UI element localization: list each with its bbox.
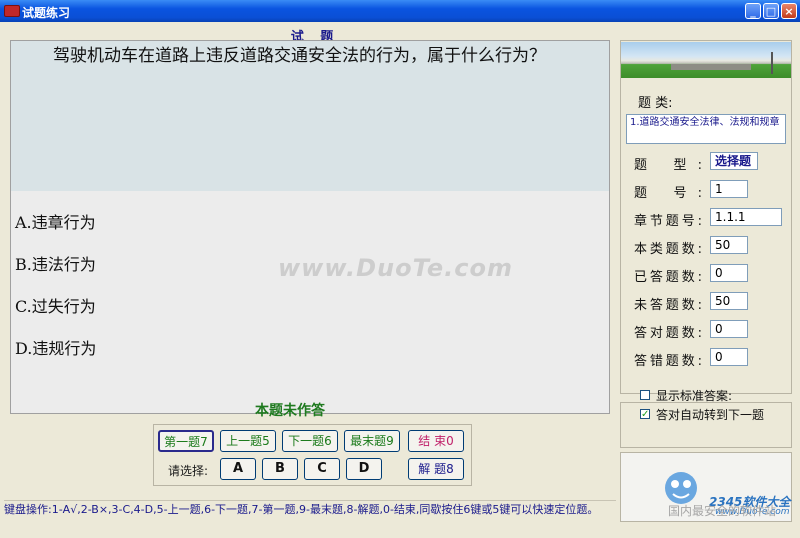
- answered-label: 已答题数:: [634, 270, 702, 285]
- maximize-button[interactable]: □: [763, 3, 779, 19]
- wrong-label: 答错题数:: [634, 354, 702, 369]
- option-d[interactable]: D.违规行为: [15, 335, 96, 359]
- road-pole: [771, 52, 773, 74]
- keyboard-help-text: 键盘操作:1-A√,2-B×,3-C,4-D,5-上一题,6-下一题,7-第一题…: [4, 500, 616, 536]
- close-button[interactable]: ×: [781, 3, 797, 19]
- total-label: 本类题数:: [634, 242, 702, 257]
- app-icon: [4, 5, 20, 17]
- answered-value: 0: [710, 264, 748, 282]
- choice-a-button[interactable]: A: [220, 458, 256, 480]
- total-value: 50: [710, 236, 748, 254]
- unanswered-label: 未答题数:: [634, 298, 702, 313]
- show-answer-checkbox[interactable]: [640, 390, 650, 400]
- option-a[interactable]: A.违章行为: [15, 209, 96, 233]
- type-label: 题 型:: [634, 158, 702, 173]
- unanswered-value: 50: [710, 292, 748, 310]
- watermark: www.DuoTe.com: [278, 254, 513, 282]
- answer-status: 本题未作答: [255, 403, 325, 419]
- title-bar: 试题练习 _ □ ×: [0, 0, 800, 22]
- brand-tagline: 国内最安全的软件站: [668, 504, 777, 518]
- number-label: 题 号:: [634, 186, 702, 201]
- type-value: 选择题: [710, 152, 758, 170]
- client-area: 试 题 驾驶机动车在道路上违反道路交通安全法的行为，属于什么行为？ A.违章行为…: [0, 22, 800, 538]
- number-value: 1: [710, 180, 748, 198]
- correct-label: 答对题数:: [634, 326, 702, 341]
- choice-c-button[interactable]: C: [304, 458, 340, 480]
- question-text: 驾驶机动车在道路上违反道路交通安全法的行为，属于什么行为？: [11, 41, 609, 191]
- wrong-value: 0: [710, 348, 748, 366]
- show-answer-label: 显示标准答案:: [656, 389, 733, 403]
- correct-value: 0: [710, 320, 748, 338]
- first-question-button[interactable]: 第一题7: [158, 430, 214, 452]
- road-image: [621, 42, 791, 78]
- option-b[interactable]: B.违法行为: [15, 251, 96, 275]
- road-lane: [671, 64, 751, 70]
- chapter-value: 1.1.1: [710, 208, 782, 226]
- choice-d-button[interactable]: D: [346, 458, 382, 480]
- explain-button[interactable]: 解 题8: [408, 458, 464, 480]
- next-question-button[interactable]: 下一题6: [282, 430, 338, 452]
- last-question-button[interactable]: 最末题9: [344, 430, 400, 452]
- question-panel: 驾驶机动车在道路上违反道路交通安全法的行为，属于什么行为？ A.违章行为 B.违…: [10, 40, 610, 414]
- category-label: 题 类:: [638, 96, 673, 111]
- auto-next-label: 答对自动转到下一题: [656, 408, 765, 422]
- minimize-button[interactable]: _: [745, 3, 761, 19]
- choose-label: 请选择:: [168, 464, 209, 478]
- window-title: 试题练习: [22, 6, 71, 20]
- end-button[interactable]: 结 束0: [408, 430, 464, 452]
- choice-b-button[interactable]: B: [262, 458, 298, 480]
- auto-next-checkbox[interactable]: ✓: [640, 409, 650, 420]
- option-c[interactable]: C.过失行为: [15, 293, 96, 317]
- prev-question-button[interactable]: 上一题5: [220, 430, 276, 452]
- chapter-label: 章节题号:: [634, 214, 702, 229]
- category-value: 1.道路交通安全法律、法规和规章: [626, 114, 786, 144]
